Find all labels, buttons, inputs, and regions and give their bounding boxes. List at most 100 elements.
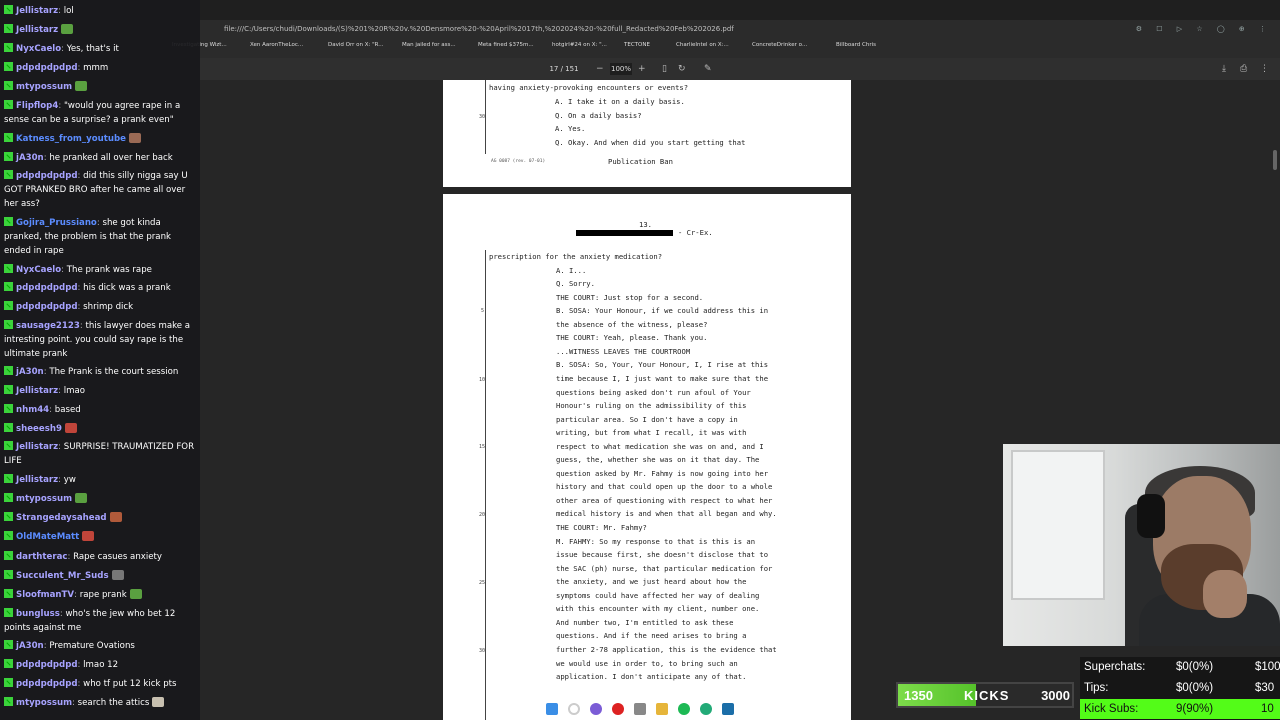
print-icon[interactable]: ⎙ bbox=[1240, 58, 1247, 80]
scrollbar-thumb[interactable] bbox=[1273, 150, 1277, 170]
browser-toolbar-icons[interactable]: ⚙ ☐ ▷ ☆ ◯ ⊕ ⋮ bbox=[1136, 20, 1272, 38]
kicks-current: 1350 bbox=[904, 688, 933, 703]
chat-username[interactable]: pdpdpdpdpd bbox=[16, 63, 78, 73]
chat-message: pdpdpdpdpd: did this silly nigga say U G… bbox=[4, 170, 188, 209]
chat-username[interactable]: jA30n bbox=[16, 367, 44, 377]
headset bbox=[1137, 494, 1165, 538]
chat-text: rape prank bbox=[79, 590, 127, 600]
chat-message: jA30n: The Prank is the court session bbox=[4, 365, 196, 379]
chat-username[interactable]: sausage2123 bbox=[16, 321, 80, 331]
address-bar[interactable]: file:///C:/Users/chudi/Downloads/(S)%201… bbox=[200, 20, 1280, 38]
chat-message: Jellistarz: SURPRISE! TRAUMATIZED FOR LI… bbox=[4, 441, 195, 466]
search-icon[interactable] bbox=[568, 703, 580, 715]
chat-username[interactable]: pdpdpdpdpd bbox=[16, 679, 78, 689]
browser-icon[interactable] bbox=[612, 703, 624, 715]
chat-username[interactable]: jA30n bbox=[16, 641, 44, 651]
redaction-bar bbox=[576, 230, 673, 236]
bookmark-item[interactable]: hotgirl#24 on X: "... bbox=[552, 38, 607, 52]
chat-username[interactable]: jA30n bbox=[16, 153, 44, 163]
chat-username[interactable]: Succulent_Mr_Suds bbox=[16, 571, 109, 581]
transcript-line: application. I don't anticipate any of t… bbox=[556, 672, 747, 682]
chat-text: based bbox=[54, 405, 81, 415]
chat-username[interactable]: OldMateMatt bbox=[16, 532, 79, 542]
bookmark-item[interactable]: Xen AaronTheLoc... bbox=[250, 38, 303, 52]
url-text[interactable]: file:///C:/Users/chudi/Downloads/(S)%201… bbox=[224, 20, 734, 38]
chat-emote-icon bbox=[64, 423, 77, 433]
page-current[interactable]: 17 bbox=[549, 65, 558, 73]
bookmark-item[interactable]: CharlieIntel on X:... bbox=[676, 38, 729, 52]
pdf-page: having anxiety-provoking encounters or e… bbox=[443, 80, 851, 187]
more-icon[interactable]: ⋮ bbox=[1260, 58, 1269, 80]
kick-badge-icon bbox=[4, 24, 13, 33]
chat-username[interactable]: Gojira_Prussiano bbox=[16, 218, 97, 228]
chat-username[interactable]: Katness_from_youtube bbox=[16, 134, 126, 144]
transcript-line: we would use in order to, to bring such … bbox=[556, 658, 738, 668]
fit-page-icon[interactable]: ▯ bbox=[662, 58, 667, 80]
transcript-line: particular area. So I don't have a copy … bbox=[556, 414, 738, 424]
zoom-level[interactable]: 100% bbox=[610, 63, 632, 75]
transcript-line: And number two, I'm entitled to ask thes… bbox=[556, 617, 734, 627]
chat-message: Jellistarz: lmao bbox=[4, 384, 196, 398]
app-icon[interactable] bbox=[634, 703, 646, 715]
kick-badge-icon bbox=[4, 217, 13, 226]
chat-message: Jellistarz: yw bbox=[4, 473, 196, 487]
chat-username[interactable]: bungluss bbox=[16, 609, 60, 619]
chat-username[interactable]: pdpdpdpdpd bbox=[16, 660, 78, 670]
chat-username[interactable]: pdpdpdpdpd bbox=[16, 302, 78, 312]
rotate-icon[interactable]: ↻ bbox=[678, 58, 686, 80]
draw-icon[interactable]: ✎ bbox=[704, 58, 712, 80]
transcript-line: writing, but from what I recall, it was … bbox=[556, 428, 747, 438]
xbox-icon[interactable] bbox=[700, 703, 712, 715]
chat-username[interactable]: Jellistarz bbox=[16, 386, 58, 396]
chat-username[interactable]: Jellistarz bbox=[16, 475, 58, 485]
kick-badge-icon bbox=[4, 5, 13, 14]
transcript-line: the SAC (ph) nurse, that particular medi… bbox=[556, 563, 773, 573]
bookmark-item[interactable]: Man jailed for ass... bbox=[402, 38, 456, 52]
chat-username[interactable]: mtypossum bbox=[16, 82, 72, 92]
transcript-line: Honour's ruling on the admissibility of … bbox=[556, 401, 747, 411]
chat-username[interactable]: mtypossum bbox=[16, 494, 72, 504]
chat-username[interactable]: SloofmanTV bbox=[16, 590, 74, 600]
kicks-goal: 3000 bbox=[1041, 688, 1070, 703]
app-icon[interactable] bbox=[590, 703, 602, 715]
windows-start-icon[interactable] bbox=[546, 703, 558, 715]
bookmark-item[interactable]: Meta fined $375m... bbox=[478, 38, 534, 52]
kick-badge-icon bbox=[4, 441, 13, 450]
chat-username[interactable]: pdpdpdpdpd bbox=[16, 283, 78, 293]
chat-username[interactable]: sheeesh9 bbox=[16, 424, 62, 434]
chat-username[interactable]: mtypossum bbox=[16, 698, 72, 708]
steam-icon[interactable] bbox=[722, 703, 734, 715]
chat-emote-icon bbox=[61, 24, 74, 34]
chat-username[interactable]: pdpdpdpdpd bbox=[16, 171, 78, 181]
chat-username[interactable]: nhm44 bbox=[16, 405, 49, 415]
chat-username[interactable]: Jellistarz bbox=[16, 6, 58, 16]
chat-username[interactable]: Flipflop4 bbox=[16, 101, 58, 111]
file-explorer-icon[interactable] bbox=[656, 703, 668, 715]
line-number: 15 bbox=[479, 444, 486, 450]
bookmark-item[interactable]: ConcreteDrinker o... bbox=[752, 38, 807, 52]
page-indicator[interactable]: 17 / 151 bbox=[544, 63, 584, 75]
chat-username[interactable]: Jellistarz bbox=[16, 25, 58, 35]
spotify-icon[interactable] bbox=[678, 703, 690, 715]
zoom-out-icon[interactable]: − bbox=[596, 58, 604, 80]
chat-username[interactable]: NyxCaelo bbox=[16, 44, 61, 54]
transcript-line: THE COURT: Mr. Fahmy? bbox=[556, 523, 647, 532]
tab-strip[interactable] bbox=[200, 0, 1280, 20]
superchats-value: $0(0%) bbox=[1176, 661, 1214, 673]
chat-text: Yes, that's it bbox=[66, 44, 119, 54]
transcript-line: the anxiety, and we just heard about how… bbox=[556, 577, 747, 587]
chat-username[interactable]: Strangedaysahead bbox=[16, 513, 107, 523]
kick-badge-icon bbox=[4, 170, 13, 179]
chat-username[interactable]: NyxCaelo bbox=[16, 265, 61, 275]
download-icon[interactable]: ⤓ bbox=[1222, 58, 1226, 80]
bookmark-item[interactable]: David Orr on X: "R... bbox=[328, 38, 384, 52]
kick-badge-icon bbox=[4, 62, 13, 71]
bookmark-item[interactable]: Billboard Chris bbox=[836, 38, 876, 52]
chat-message: NyxCaelo: The prank was rape bbox=[4, 263, 196, 277]
zoom-in-icon[interactable]: + bbox=[638, 58, 646, 80]
chat-username[interactable]: Jellistarz bbox=[16, 442, 58, 452]
chat-message: Flipflop4: "would you agree rape in a se… bbox=[4, 100, 181, 125]
chat-username[interactable]: darthterac bbox=[16, 552, 67, 562]
kick-badge-icon bbox=[4, 493, 13, 502]
bookmark-item[interactable]: TECTONE bbox=[624, 38, 650, 52]
